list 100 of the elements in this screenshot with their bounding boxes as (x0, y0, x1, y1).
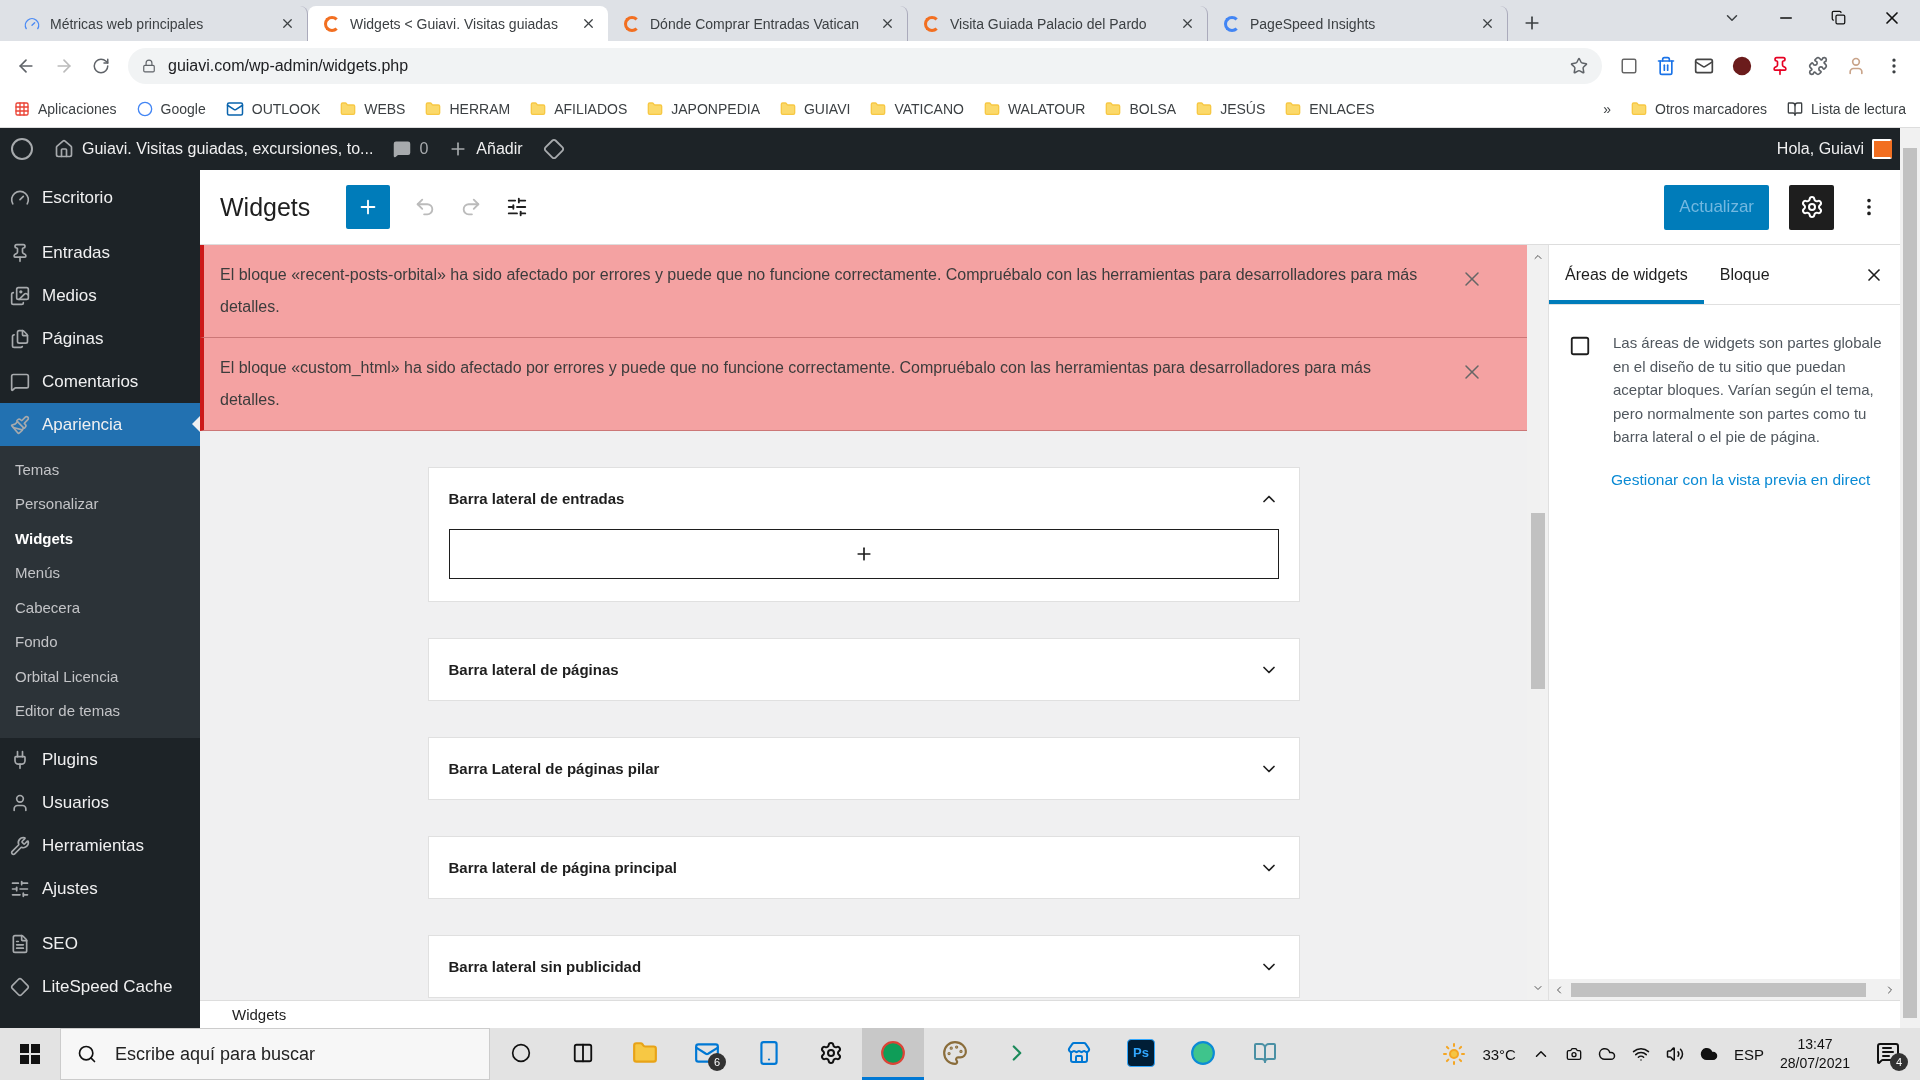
sidebar-item[interactable]: Herramientas (0, 824, 200, 867)
submenu-item[interactable]: Orbital Licencia (0, 659, 200, 694)
widget-area-header[interactable]: Barra lateral de páginas (428, 639, 1299, 700)
submenu-item[interactable]: Personalizar (0, 486, 200, 521)
browser-tab[interactable]: Visita Guiada Palacio del Pardo (908, 6, 1208, 41)
browser-tab[interactable]: Dónde Comprar Entradas Vatican (608, 6, 908, 41)
comments-link[interactable]: 0 (393, 140, 429, 158)
close-icon[interactable] (1180, 16, 1195, 31)
bookmark[interactable]: VATICANO (870, 100, 964, 117)
store-icon[interactable] (1067, 1040, 1091, 1065)
sidebar-item[interactable]: Usuarios (0, 781, 200, 824)
pin-icon[interactable] (1770, 55, 1790, 76)
notes-icon[interactable] (1253, 1040, 1277, 1065)
task-view-icon[interactable] (572, 1041, 594, 1064)
trash-icon[interactable] (1656, 55, 1676, 76)
bookmark[interactable]: Google (136, 100, 206, 117)
bookmark[interactable]: AFILIADOS (530, 100, 628, 117)
palette-icon[interactable] (942, 1039, 968, 1066)
bookmark[interactable]: OUTLOOK (225, 99, 321, 118)
camera-icon[interactable] (1565, 1046, 1582, 1062)
sidebar-item[interactable]: SEO (0, 922, 200, 965)
diamond-icon[interactable] (542, 138, 565, 160)
bookmark[interactable]: HERRAM (425, 100, 511, 117)
sidebar-item[interactable]: Comentarios (0, 360, 200, 403)
add-block-area[interactable] (448, 529, 1279, 579)
taskbar-search-field[interactable]: Escribe aquí para buscar (60, 1028, 490, 1080)
bookmark[interactable]: BOLSA (1105, 100, 1177, 117)
sidebar-item[interactable]: Páginas (0, 317, 200, 360)
language-indicator[interactable]: ESP (1733, 1045, 1764, 1063)
close-icon[interactable] (280, 16, 295, 31)
site-link[interactable]: Guiavi. Visitas guiadas, excursiones, to... (54, 139, 374, 159)
widget-area-header[interactable]: Barra lateral sin publicidad (428, 936, 1299, 997)
list-view-icon[interactable] (506, 196, 529, 218)
sidebar-item[interactable]: Entradas (0, 231, 200, 274)
restore-icon[interactable] (1831, 10, 1846, 25)
bookmark[interactable]: Otros marcadores (1631, 100, 1768, 117)
brush-icon (10, 414, 30, 435)
bookmark[interactable]: JAPONPEDIA (647, 100, 760, 117)
volume-icon[interactable] (1665, 1045, 1684, 1063)
bookmark[interactable]: JESÚS (1196, 100, 1266, 117)
scroll-thumb[interactable] (1530, 513, 1545, 689)
submenu-item[interactable]: Editor de temas (0, 693, 200, 728)
close-icon[interactable] (581, 16, 596, 31)
clock[interactable]: 13:47 28/07/2021 (1779, 1035, 1850, 1073)
live-preview-link[interactable]: Gestionar con la vista previa en direct (1611, 470, 1900, 489)
submenu-item[interactable]: Widgets (0, 521, 200, 556)
scrollbar[interactable] (1900, 128, 1920, 1028)
bookmark[interactable]: ENLACES (1285, 100, 1375, 117)
sidebar-item[interactable]: Plugins (0, 738, 200, 781)
cloud-icon[interactable] (1597, 1045, 1616, 1063)
bookmark[interactable]: WEBS (340, 100, 406, 117)
mail-icon (225, 99, 244, 118)
pages-icon (10, 328, 30, 349)
sidebar-item[interactable]: LiteSpeed Cache (0, 965, 200, 1008)
submenu-item[interactable]: Cabecera (0, 590, 200, 625)
widget-area-header[interactable]: Barra lateral de página principal (428, 837, 1299, 898)
close-icon[interactable] (1480, 16, 1495, 31)
bookmark[interactable]: Aplicaciones (14, 100, 117, 117)
circle-icon[interactable] (511, 1042, 531, 1063)
sidebar-item[interactable]: Escritorio (0, 176, 200, 219)
submenu-item[interactable]: Fondo (0, 624, 200, 659)
widget-area-header[interactable]: Barra lateral de entradas (428, 468, 1299, 529)
sidebar-item[interactable]: Ajustes (0, 867, 200, 910)
puzzle-icon[interactable] (1808, 55, 1828, 76)
scroll-thumb[interactable] (1903, 148, 1917, 1018)
browser-tab[interactable]: Widgets < Guiavi. Visitas guiadas (308, 6, 608, 41)
reload-icon[interactable] (92, 56, 110, 75)
wifi-icon[interactable] (1631, 1045, 1650, 1063)
sidebar-item[interactable]: Apariencia (0, 403, 200, 446)
add-new-link[interactable]: Añadir (448, 139, 523, 159)
scroll-thumb[interactable] (1571, 982, 1866, 997)
bookmark[interactable]: WALATOUR (983, 100, 1086, 117)
sidebar-tab[interactable]: Áreas de widgets (1549, 245, 1704, 304)
reading-list[interactable]: Lista de lectura (1787, 100, 1906, 117)
address-bar[interactable]: guiavi.com/wp-admin/widgets.php (128, 47, 1602, 84)
search-input[interactable]: Escribe aquí para buscar (113, 1042, 489, 1066)
close-icon[interactable] (880, 16, 895, 31)
settings-button[interactable] (1789, 184, 1834, 230)
sidebar-item[interactable]: Medios (0, 274, 200, 317)
add-block-button[interactable] (346, 185, 391, 229)
bookmark[interactable]: GUIAVI (780, 100, 851, 117)
account-menu[interactable]: Hola, Guiavi (1776, 139, 1892, 159)
browser-tab[interactable]: PageSpeed Insights (1208, 6, 1508, 41)
home-icon (54, 139, 74, 159)
submenu-item[interactable]: Temas (0, 452, 200, 487)
extension-icon[interactable] (1732, 55, 1752, 76)
gauge-icon (24, 15, 40, 32)
sidebar-tab[interactable]: Bloque (1703, 245, 1786, 304)
settings-icon[interactable] (819, 1040, 843, 1065)
apps-grid-icon (14, 100, 30, 117)
scrollbar[interactable] (1549, 979, 1900, 1000)
notifications-icon[interactable] (1876, 1040, 1900, 1065)
extension-icon[interactable] (1620, 56, 1638, 75)
more-bookmarks[interactable]: » (1603, 100, 1611, 117)
photoshop-icon[interactable]: Ps (1127, 1038, 1155, 1067)
widget-area-header[interactable]: Barra Lateral de páginas pilar (428, 738, 1299, 799)
cloud-icon[interactable] (1699, 1045, 1718, 1063)
star-icon[interactable] (1570, 56, 1588, 75)
submenu-item[interactable]: Menús (0, 555, 200, 590)
folder-icon (1285, 100, 1302, 117)
